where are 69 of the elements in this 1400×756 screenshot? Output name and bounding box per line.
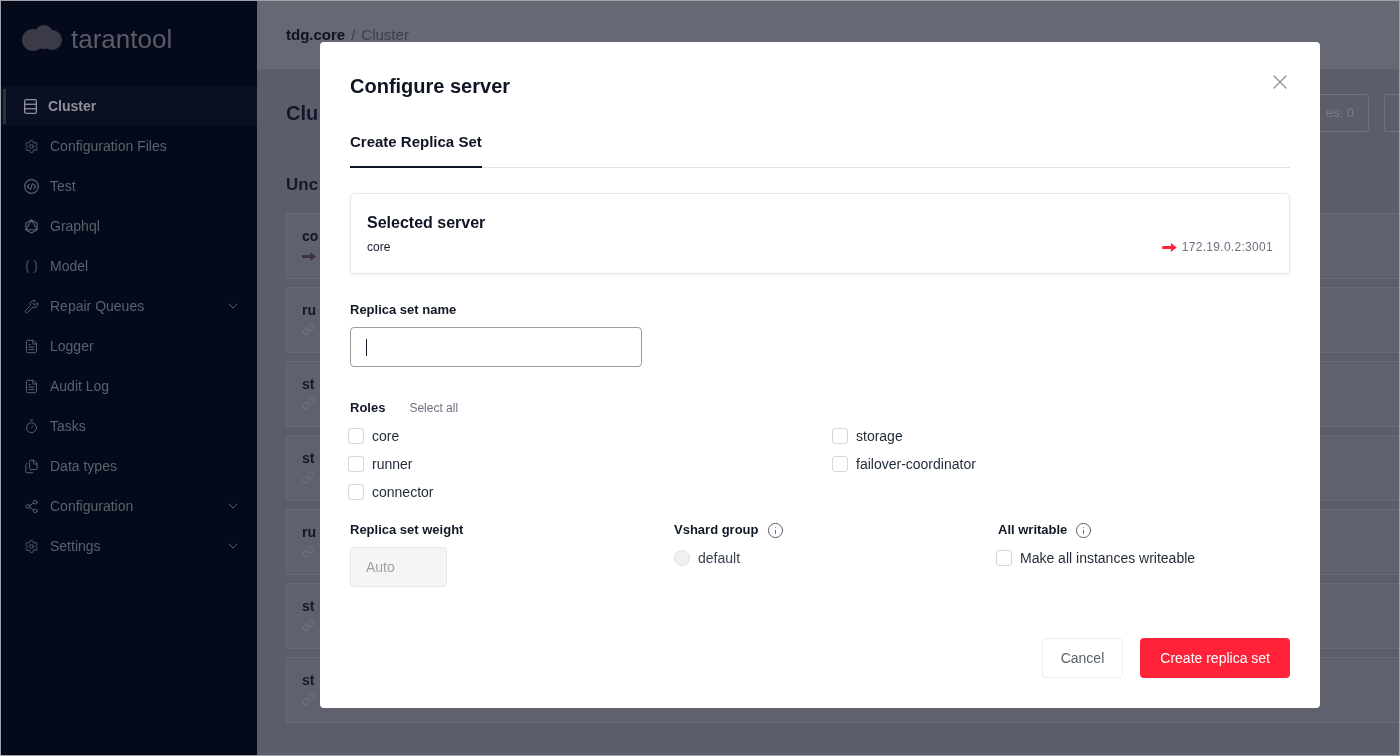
- checkbox-label: connector: [372, 482, 434, 502]
- checkbox[interactable]: [348, 428, 364, 444]
- checkbox-label: core: [372, 426, 400, 446]
- share-icon: [24, 498, 39, 514]
- wrench-icon: [24, 298, 39, 314]
- checkbox-label: storage: [856, 426, 903, 446]
- checkbox[interactable]: [996, 550, 1012, 566]
- checkbox-label: failover-coordinator: [856, 454, 976, 474]
- breadcrumb-separator: /: [351, 24, 356, 45]
- hexagon-triangle-icon: [24, 218, 39, 234]
- sidebar-item[interactable]: Logger: [1, 326, 257, 366]
- braces-icon: [24, 258, 39, 274]
- cloud-logo-icon: [22, 25, 62, 53]
- checkbox[interactable]: [832, 456, 848, 472]
- document-icon: [24, 378, 39, 394]
- sidebar-item[interactable]: Model: [1, 246, 257, 286]
- server-name: co: [302, 227, 319, 245]
- sidebar-item[interactable]: Audit Log: [1, 366, 257, 406]
- modal-title: Configure server: [350, 74, 511, 99]
- code-circle-icon: [24, 178, 39, 194]
- field-label: Roles: [350, 399, 386, 417]
- sidebar-item[interactable]: Data types: [1, 446, 257, 486]
- checkbox-label: Make all instances writeable: [1020, 548, 1196, 568]
- server-alias: core: [367, 239, 391, 255]
- files-icon: [24, 458, 39, 474]
- sidebar-item[interactable]: Tasks: [1, 406, 257, 446]
- radio-label: default: [698, 548, 741, 568]
- checkbox[interactable]: [348, 456, 364, 472]
- server-name: ru: [302, 301, 316, 319]
- settings-icon: [24, 538, 39, 554]
- sidebar-item[interactable]: Graphql: [1, 206, 257, 246]
- arrow-icon: [1161, 242, 1177, 252]
- field-label: All writable: [998, 521, 1068, 539]
- checkbox-label: runner: [372, 454, 413, 474]
- field-label: Vshard group: [674, 521, 759, 539]
- server-name: st: [302, 449, 315, 467]
- server-name: st: [302, 597, 315, 615]
- input-field[interactable]: [350, 327, 642, 367]
- card-heading: Selected server: [367, 213, 486, 233]
- checkbox[interactable]: [348, 484, 364, 500]
- cancel-button[interactable]: Cancel: [1041, 638, 1124, 678]
- page-title: Clu: [286, 101, 319, 126]
- gear-icon: [24, 138, 39, 154]
- document-icon: [24, 338, 39, 354]
- timer-icon: [24, 418, 39, 434]
- sidebar-item[interactable]: Repair Queues: [1, 286, 257, 326]
- info-icon[interactable]: [766, 521, 784, 539]
- field-label: Replica set weight: [350, 521, 464, 539]
- create-button[interactable]: Create replica set: [1140, 638, 1290, 678]
- arrow-icon: [302, 252, 316, 261]
- logo-text: tarantool: [71, 25, 173, 53]
- server-name: ru: [302, 523, 316, 541]
- breadcrumb-link[interactable]: tdg.core: [286, 23, 346, 47]
- server-name: st: [302, 375, 315, 393]
- sidebar-item[interactable]: Test: [1, 166, 257, 206]
- section-title: Unc: [286, 174, 319, 196]
- toolbar-button[interactable]: [1384, 94, 1399, 132]
- server-rows-icon: [24, 98, 37, 114]
- server-name: st: [302, 671, 315, 689]
- sidebar-item[interactable]: Configuration: [1, 486, 257, 526]
- checkbox[interactable]: [832, 428, 848, 444]
- sidebar-item[interactable]: Settings: [1, 526, 257, 566]
- field-label: Replica set name: [350, 301, 457, 319]
- server-uri: 172.19.0.2:3001: [1181, 239, 1273, 255]
- sidebar-item[interactable]: Cluster: [1, 86, 257, 126]
- tab[interactable]: Create Replica Set: [350, 120, 482, 168]
- info-icon[interactable]: [1075, 521, 1093, 539]
- select-all-link[interactable]: Select all: [409, 399, 459, 417]
- sidebar-item[interactable]: Configuration Files: [1, 126, 257, 166]
